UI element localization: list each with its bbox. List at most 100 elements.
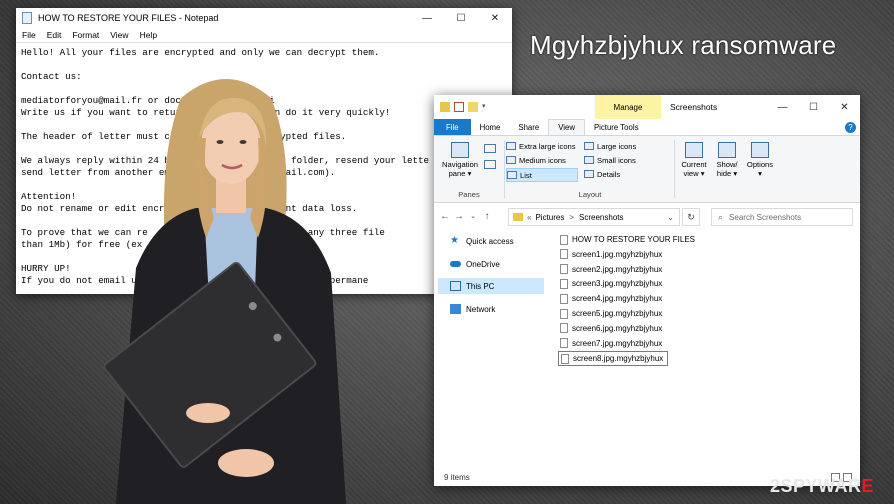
ribbon-separator xyxy=(674,140,675,198)
minimize-button[interactable]: — xyxy=(767,95,798,119)
layout-large-icons[interactable]: Large icons xyxy=(584,140,636,152)
explorer-title: Screenshots xyxy=(670,102,718,112)
nav-network[interactable]: Network xyxy=(438,301,544,317)
details-icon xyxy=(584,170,594,178)
notepad-icon xyxy=(22,12,32,24)
menu-help[interactable]: Help xyxy=(140,30,157,40)
nav-onedrive[interactable]: OneDrive xyxy=(438,256,544,272)
address-bar-row: ← → ⌄ ↑ « Pictures > Screenshots ⌄ ↻ ⌕ S… xyxy=(434,203,860,229)
close-button[interactable]: ✕ xyxy=(829,95,860,119)
layout-group: Extra large icons Large icons Medium ico… xyxy=(506,136,674,202)
panes-group: Navigation pane ▾ Panes xyxy=(434,136,504,202)
file-icon xyxy=(560,323,568,334)
file-icon xyxy=(560,293,568,304)
file-item[interactable]: screen8.jpg.mgyhzbjyhux xyxy=(558,351,669,367)
folder-icon xyxy=(440,102,450,112)
current-view-button[interactable]: Current view ▾ xyxy=(678,142,710,178)
file-name: HOW TO RESTORE YOUR FILES xyxy=(572,235,695,244)
file-icon xyxy=(560,234,568,245)
computer-icon xyxy=(450,281,461,291)
file-item[interactable]: screen1.jpg.mgyhzbjyhux xyxy=(558,248,666,261)
file-icon xyxy=(560,308,568,319)
large-icons-icon xyxy=(584,142,594,150)
search-box[interactable]: ⌕ Search Screenshots xyxy=(711,208,853,226)
tab-share[interactable]: Share xyxy=(509,119,548,135)
back-arrow-icon[interactable]: ← xyxy=(438,211,452,222)
navigation-pane-button[interactable]: Navigation pane ▾ xyxy=(438,142,482,178)
explorer-titlebar: ▾ Manage Screenshots — ☐ ✕ xyxy=(434,95,860,119)
options-icon xyxy=(751,142,769,158)
options-button[interactable]: Options ▾ xyxy=(744,142,776,178)
file-item[interactable]: screen6.jpg.mgyhzbjyhux xyxy=(558,322,666,335)
preview-pane-icon[interactable] xyxy=(484,144,496,153)
layout-small-icons[interactable]: Small icons xyxy=(584,154,636,166)
show-hide-icon xyxy=(718,142,736,158)
extra-large-icons-icon xyxy=(506,142,516,150)
close-button[interactable]: ✕ xyxy=(478,8,512,28)
tab-view[interactable]: View xyxy=(548,119,585,135)
menu-view[interactable]: View xyxy=(110,30,128,40)
small-icons-icon xyxy=(584,156,594,164)
recent-locations-icon[interactable]: ⌄ xyxy=(466,212,480,220)
tab-picture-tools[interactable]: Picture Tools xyxy=(585,119,648,135)
file-item[interactable]: screen3.jpg.mgyhzbjyhux xyxy=(558,277,666,290)
customize-toolbar-icon[interactable]: ▾ xyxy=(482,102,488,112)
address-bar[interactable]: « Pictures > Screenshots ⌄ xyxy=(508,208,680,226)
star-icon: ★ xyxy=(450,235,459,246)
layout-details[interactable]: Details xyxy=(584,168,620,180)
notepad-menubar: File Edit Format View Help xyxy=(16,28,512,43)
breadcrumb-screenshots[interactable]: Screenshots xyxy=(579,213,623,222)
layout-list[interactable]: List xyxy=(506,168,578,182)
file-icon xyxy=(560,249,568,260)
headline: Mgyhzbjyhux ransomware xyxy=(530,30,837,60)
refresh-button[interactable]: ↻ xyxy=(682,208,700,226)
menu-file[interactable]: File xyxy=(22,30,36,40)
current-view-icon xyxy=(685,142,703,158)
notepad-line: Hello! All your files are encrypted and … xyxy=(21,47,380,58)
details-pane-icon[interactable] xyxy=(484,160,496,169)
file-name: screen4.jpg.mgyhzbjyhux xyxy=(572,294,663,304)
file-icon xyxy=(560,264,568,275)
new-folder-icon[interactable] xyxy=(468,102,478,112)
file-icon xyxy=(560,338,568,349)
watermark-logo: 2SPYWARE xyxy=(770,476,875,496)
file-item[interactable]: screen4.jpg.mgyhzbjyhux xyxy=(558,292,666,305)
notepad-title: HOW TO RESTORE YOUR FILES - Notepad xyxy=(38,13,219,23)
file-item[interactable]: screen2.jpg.mgyhzbjyhux xyxy=(558,263,666,276)
nav-quick-access[interactable]: ★ Quick access xyxy=(438,233,544,249)
ribbon-view: Navigation pane ▾ Panes Extra large icon… xyxy=(434,135,860,203)
layout-extra-large-icons[interactable]: Extra large icons xyxy=(506,140,576,152)
ribbon-separator xyxy=(504,140,505,198)
file-item[interactable]: screen7.jpg.mgyhzbjyhux xyxy=(558,337,666,350)
breadcrumb-pictures[interactable]: Pictures xyxy=(535,213,564,222)
file-icon xyxy=(561,353,569,364)
file-name: screen8.jpg.mgyhzbjyhux xyxy=(573,354,664,364)
quick-access-toolbar: ▾ xyxy=(434,102,488,112)
nav-this-pc[interactable]: This PC xyxy=(438,278,544,294)
menu-format[interactable]: Format xyxy=(72,30,99,40)
help-icon[interactable]: ? xyxy=(845,122,856,133)
forward-arrow-icon[interactable]: → xyxy=(452,211,466,222)
maximize-button[interactable]: ☐ xyxy=(444,8,478,28)
tab-file[interactable]: File xyxy=(434,119,471,135)
file-name: screen5.jpg.mgyhzbjyhux xyxy=(572,309,663,318)
medium-icons-icon xyxy=(506,156,516,164)
tab-home[interactable]: Home xyxy=(471,119,510,135)
file-item[interactable]: screen5.jpg.mgyhzbjyhux xyxy=(558,307,666,320)
menu-edit[interactable]: Edit xyxy=(47,30,62,40)
minimize-button[interactable]: — xyxy=(410,8,444,28)
properties-icon[interactable] xyxy=(454,102,464,112)
network-icon xyxy=(450,304,461,314)
up-arrow-icon[interactable]: ↑ xyxy=(480,211,494,222)
layout-medium-icons[interactable]: Medium icons xyxy=(506,154,566,166)
manage-context-tab[interactable]: Manage xyxy=(595,95,661,119)
address-dropdown-icon[interactable]: ⌄ xyxy=(667,213,674,222)
file-name: screen6.jpg.mgyhzbjyhux xyxy=(572,323,663,333)
file-item[interactable]: HOW TO RESTORE YOUR FILES xyxy=(558,233,699,246)
notepad-titlebar: HOW TO RESTORE YOUR FILES - Notepad — ☐ … xyxy=(16,8,512,28)
show-hide-button[interactable]: Show/ hide ▾ xyxy=(712,142,742,178)
panes-group-label: Panes xyxy=(458,190,480,199)
search-placeholder: Search Screenshots xyxy=(729,212,802,222)
maximize-button[interactable]: ☐ xyxy=(798,95,829,119)
woman-with-folder-photo xyxy=(103,79,346,504)
